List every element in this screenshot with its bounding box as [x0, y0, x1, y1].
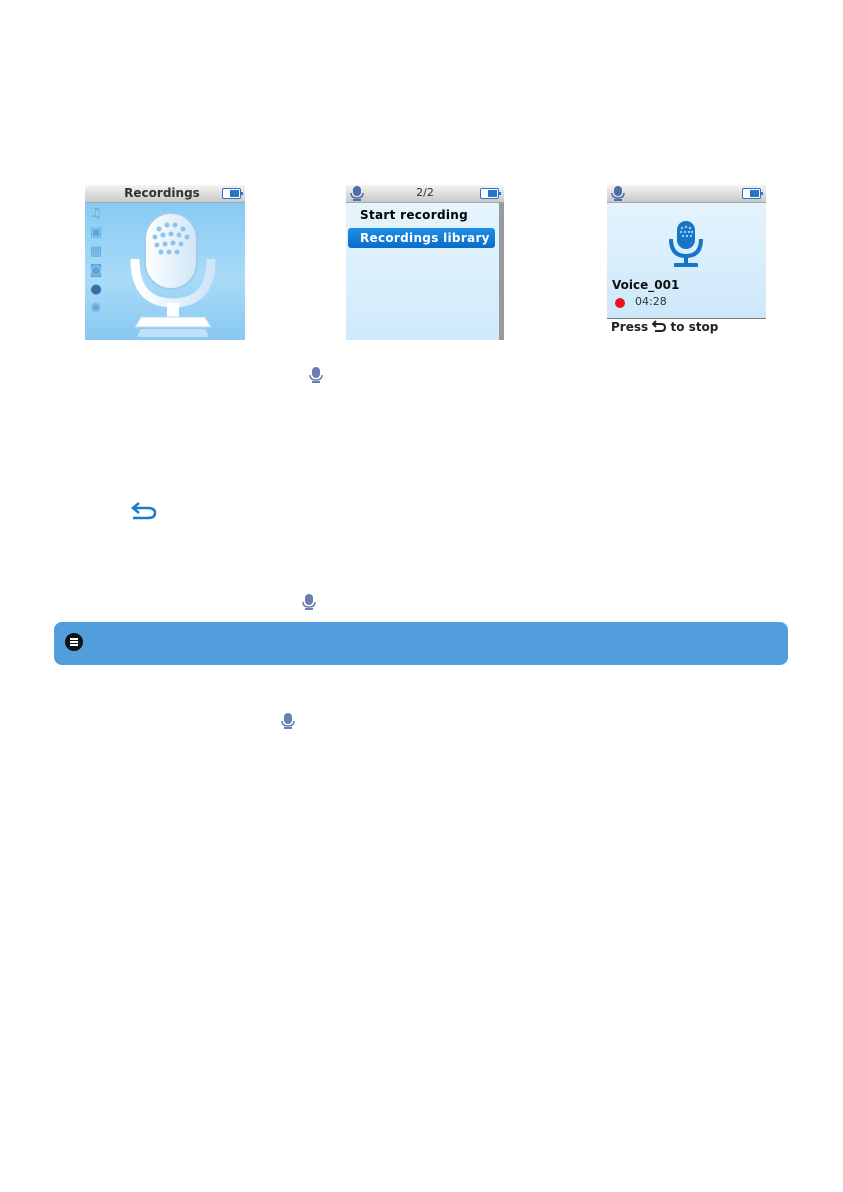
back-arrow-icon	[131, 502, 157, 520]
battery-icon	[480, 188, 501, 199]
menu-item-start-recording[interactable]: Start recording	[348, 205, 468, 225]
music-icon[interactable]: ♫	[89, 207, 103, 221]
status-bar: Recordings	[85, 185, 245, 203]
side-menu-icons: ♫ ▣ ▦ ◙ ● ✺	[89, 207, 105, 321]
status-bar	[607, 185, 766, 203]
battery-icon	[742, 188, 763, 199]
settings-icon[interactable]: ✺	[89, 302, 103, 316]
microphone-icon	[611, 186, 625, 201]
screen-title: Recordings	[124, 186, 200, 200]
menu-item-recordings-library[interactable]: Recordings library	[348, 228, 495, 248]
video-icon[interactable]: ▦	[89, 245, 103, 259]
recording-progress-screen: Voice_001 04:28	[607, 185, 766, 319]
recording-microphone-icon	[669, 221, 703, 267]
recording-file-name: Voice_001	[612, 278, 680, 292]
microphone-icon	[309, 367, 323, 383]
note-icon	[65, 633, 83, 651]
note-banner	[54, 622, 788, 665]
microphone-icon	[281, 713, 295, 729]
large-microphone-icon	[130, 212, 216, 337]
stop-instruction: Press to stop	[611, 320, 718, 334]
back-arrow-icon	[651, 320, 667, 332]
record-indicator-icon	[615, 298, 625, 308]
stop-instruction-prefix: Press	[611, 320, 649, 334]
status-bar: 2/2	[346, 185, 504, 203]
microphone-icon[interactable]: ●	[89, 283, 103, 297]
photo-icon[interactable]: ▣	[89, 226, 103, 240]
camera-icon[interactable]: ◙	[89, 264, 103, 278]
stop-instruction-suffix: to stop	[670, 320, 719, 334]
microphone-icon	[302, 594, 316, 610]
elapsed-time: 04:28	[635, 295, 667, 308]
battery-icon	[222, 188, 243, 199]
recording-options-screen: 2/2 Start recording Recordings library	[346, 185, 504, 340]
recordings-menu-screen: Recordings ♫ ▣ ▦ ◙ ● ✺	[85, 185, 245, 340]
scrollbar[interactable]	[499, 203, 504, 340]
